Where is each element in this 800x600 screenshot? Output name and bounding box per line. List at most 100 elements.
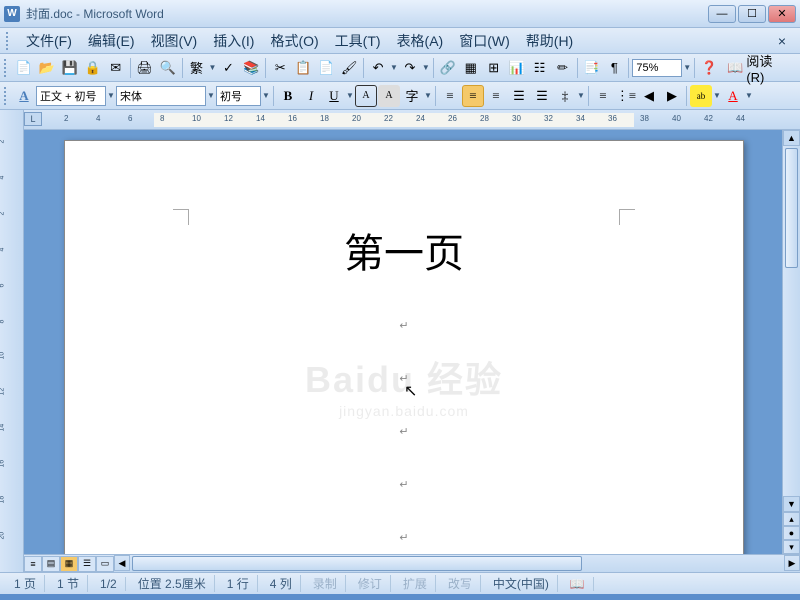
status-column[interactable]: 4 列 xyxy=(262,575,301,592)
scroll-up-icon[interactable]: ▲ xyxy=(783,130,800,146)
status-overwrite[interactable]: 改写 xyxy=(440,575,481,592)
document-heading[interactable]: 第一页 xyxy=(65,221,743,279)
scroll-thumb[interactable] xyxy=(785,148,798,268)
style-selector[interactable]: 正文 + 初号 xyxy=(36,86,106,106)
dropdown-icon[interactable]: ▼ xyxy=(713,91,721,100)
dropdown-icon[interactable]: ▼ xyxy=(745,91,753,100)
dropdown-icon[interactable]: ▼ xyxy=(422,63,430,72)
dropdown-icon[interactable]: ▼ xyxy=(424,91,432,100)
spelling-icon[interactable]: ✓ xyxy=(217,57,239,79)
tables-borders-icon[interactable]: ▦ xyxy=(460,57,482,79)
reading-layout-button[interactable]: 📖 阅读(R) xyxy=(721,49,796,87)
save-icon[interactable]: 💾 xyxy=(59,57,81,79)
print-icon[interactable]: 🖨 xyxy=(134,57,156,79)
new-document-icon[interactable]: 📄 xyxy=(13,57,35,79)
dropdown-icon[interactable]: ▼ xyxy=(390,63,398,72)
toolbar-grip[interactable] xyxy=(4,87,10,105)
dropdown-icon[interactable]: ▼ xyxy=(577,91,585,100)
status-language[interactable]: 中文(中国) xyxy=(485,575,558,592)
open-icon[interactable]: 📂 xyxy=(36,57,58,79)
show-marks-icon[interactable]: ¶ xyxy=(603,57,625,79)
reading-view-button[interactable]: ▭ xyxy=(96,556,114,572)
status-section[interactable]: 1 节 xyxy=(49,575,88,592)
hyperlink-icon[interactable]: 🔗 xyxy=(437,57,459,79)
dropdown-icon[interactable]: ▼ xyxy=(262,91,270,100)
status-page-count[interactable]: 1/2 xyxy=(92,577,126,591)
menu-file[interactable]: 文件(F) xyxy=(18,28,80,54)
vertical-ruler[interactable]: 242468101214161820 xyxy=(0,110,24,572)
toolbar-grip[interactable] xyxy=(4,59,10,77)
help-icon[interactable]: ❓ xyxy=(698,57,720,79)
status-position[interactable]: 位置 2.5厘米 xyxy=(130,575,215,592)
align-right-button[interactable]: ≡ xyxy=(485,85,507,107)
document-viewport[interactable]: 第一页 ↖ ↵ ↵ ↵ ↵ ↵ Baidu 经验 jingyan.baidu.c… xyxy=(24,130,800,554)
print-layout-view-button[interactable]: ▦ xyxy=(60,556,78,572)
horizontal-ruler[interactable]: L 24681012141618202224262830323436384042… xyxy=(24,110,800,130)
scroll-down-icon[interactable]: ▼ xyxy=(783,496,800,512)
excel-icon[interactable]: 📊 xyxy=(506,57,528,79)
research-icon[interactable]: 📚 xyxy=(240,57,262,79)
underline-button[interactable]: U xyxy=(323,85,345,107)
align-center-button[interactable]: ≡ xyxy=(462,85,484,107)
font-color-icon[interactable]: A xyxy=(722,85,744,107)
format-painter-icon[interactable]: 🖌 xyxy=(338,57,360,79)
font-selector[interactable]: 宋体 xyxy=(116,86,206,106)
scroll-right-icon[interactable]: ▶ xyxy=(784,555,800,571)
decrease-indent-icon[interactable]: ◀ xyxy=(638,85,660,107)
traditional-chinese-button[interactable]: 繁 xyxy=(186,57,208,79)
status-page[interactable]: 1 页 xyxy=(6,575,45,592)
web-view-button[interactable]: ▤ xyxy=(42,556,60,572)
minimize-button[interactable]: — xyxy=(708,5,736,23)
document-page[interactable]: 第一页 ↖ ↵ ↵ ↵ ↵ ↵ Baidu 经验 jingyan.baidu.c… xyxy=(64,140,744,554)
zoom-input[interactable]: 75% xyxy=(632,59,682,77)
cut-icon[interactable]: ✂ xyxy=(269,57,291,79)
dropdown-icon[interactable]: ▼ xyxy=(107,91,115,100)
increase-indent-icon[interactable]: ▶ xyxy=(661,85,683,107)
status-extend[interactable]: 扩展 xyxy=(395,575,436,592)
normal-view-button[interactable]: ≡ xyxy=(24,556,42,572)
outline-view-button[interactable]: ☰ xyxy=(78,556,96,572)
dropdown-icon[interactable]: ▼ xyxy=(683,63,691,72)
dropdown-icon[interactable]: ▼ xyxy=(207,91,215,100)
menu-view[interactable]: 视图(V) xyxy=(143,28,206,54)
status-line[interactable]: 1 行 xyxy=(219,575,258,592)
italic-button[interactable]: I xyxy=(300,85,322,107)
menu-tools[interactable]: 工具(T) xyxy=(327,28,389,54)
align-distribute-button[interactable]: ☰ xyxy=(531,85,553,107)
highlight-icon[interactable]: ab xyxy=(690,85,712,107)
redo-icon[interactable]: ↷ xyxy=(399,57,421,79)
toolbar-grip[interactable] xyxy=(6,32,12,50)
undo-icon[interactable]: ↶ xyxy=(367,57,389,79)
previous-page-icon[interactable]: ▴ xyxy=(783,512,800,526)
character-border-icon[interactable]: 字 xyxy=(401,85,423,107)
border-box-icon[interactable]: A xyxy=(355,85,377,107)
permissions-icon[interactable]: 🔒 xyxy=(82,57,104,79)
align-justify-button[interactable]: ☰ xyxy=(508,85,530,107)
styles-pane-icon[interactable]: A xyxy=(13,85,35,107)
align-left-button[interactable]: ≡ xyxy=(439,85,461,107)
print-preview-icon[interactable]: 🔍 xyxy=(157,57,179,79)
menu-window[interactable]: 窗口(W) xyxy=(451,28,518,54)
scroll-thumb[interactable] xyxy=(132,556,582,571)
font-size-selector[interactable]: 初号 xyxy=(216,86,261,106)
status-revision[interactable]: 修订 xyxy=(350,575,391,592)
menu-edit[interactable]: 编辑(E) xyxy=(80,28,143,54)
dropdown-icon[interactable]: ▼ xyxy=(346,91,354,100)
paste-icon[interactable]: 📄 xyxy=(315,57,337,79)
line-spacing-icon[interactable]: ‡ xyxy=(554,85,576,107)
maximize-button[interactable]: ☐ xyxy=(738,5,766,23)
bold-button[interactable]: B xyxy=(277,85,299,107)
menu-table[interactable]: 表格(A) xyxy=(389,28,452,54)
numbered-list-icon[interactable]: ≡ xyxy=(592,85,614,107)
close-button[interactable]: ✕ xyxy=(768,5,796,23)
horizontal-scrollbar[interactable]: ◀ ▶ xyxy=(114,555,800,572)
menu-help[interactable]: 帮助(H) xyxy=(518,28,581,54)
scroll-left-icon[interactable]: ◀ xyxy=(114,555,130,571)
status-spellcheck-icon[interactable]: 📖 xyxy=(562,577,594,591)
menu-insert[interactable]: 插入(I) xyxy=(205,28,262,54)
copy-icon[interactable]: 📋 xyxy=(292,57,314,79)
mail-icon[interactable]: ✉ xyxy=(105,57,127,79)
columns-icon[interactable]: ☷ xyxy=(529,57,551,79)
menu-format[interactable]: 格式(O) xyxy=(262,28,326,54)
dropdown-icon[interactable]: ▼ xyxy=(208,63,216,72)
